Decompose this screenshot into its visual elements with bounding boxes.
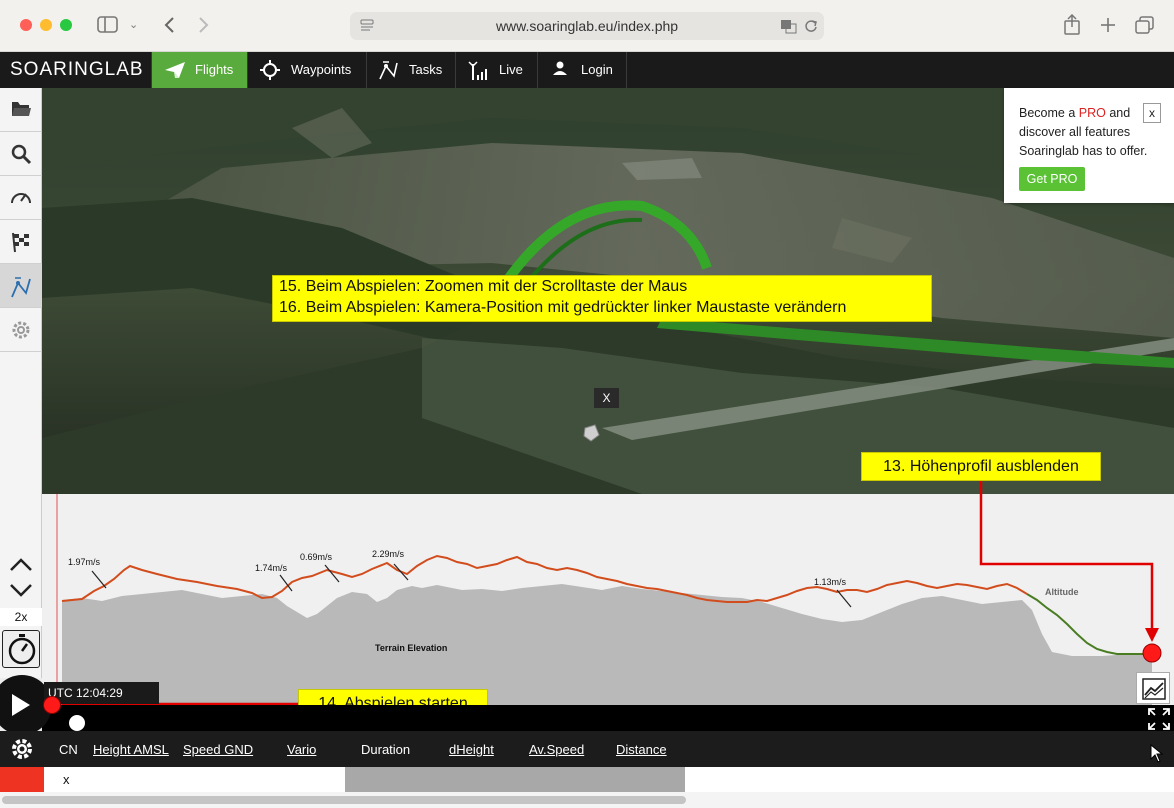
column-dheight[interactable]: dHeight bbox=[449, 742, 494, 757]
callout-arrows bbox=[60, 481, 1159, 711]
flight-stats-header: CN Height AMSL Speed GND Vario Duration … bbox=[0, 731, 1174, 767]
scrollbar-thumb[interactable] bbox=[2, 796, 686, 804]
flight-color-swatch bbox=[0, 767, 44, 792]
column-speed-gnd[interactable]: Speed GND bbox=[183, 742, 253, 757]
fullscreen-icon[interactable] bbox=[1148, 708, 1170, 730]
timeline-start-handle[interactable] bbox=[43, 696, 61, 714]
column-duration: Duration bbox=[361, 742, 411, 757]
flight-duration-cell bbox=[345, 767, 685, 792]
column-vario[interactable]: Vario bbox=[287, 742, 316, 757]
toggle-profile-button[interactable] bbox=[1136, 672, 1170, 704]
horizontal-scrollbar[interactable] bbox=[0, 792, 1174, 808]
gear-icon[interactable] bbox=[9, 736, 35, 762]
column-cn: CN bbox=[59, 742, 78, 757]
timeline-bar[interactable] bbox=[42, 705, 1174, 731]
column-av-speed[interactable]: Av.Speed bbox=[529, 742, 584, 757]
flight-cn-cell: x bbox=[63, 772, 70, 787]
column-distance[interactable]: Distance bbox=[616, 742, 667, 757]
timeline-position-handle[interactable] bbox=[69, 715, 85, 731]
flight-row[interactable]: x bbox=[0, 767, 1174, 792]
utc-time: UTC 12:04:29 bbox=[44, 682, 159, 704]
cursor-icon bbox=[1150, 744, 1164, 763]
column-height-amsl[interactable]: Height AMSL bbox=[93, 742, 169, 757]
chart-icon bbox=[1142, 678, 1166, 700]
